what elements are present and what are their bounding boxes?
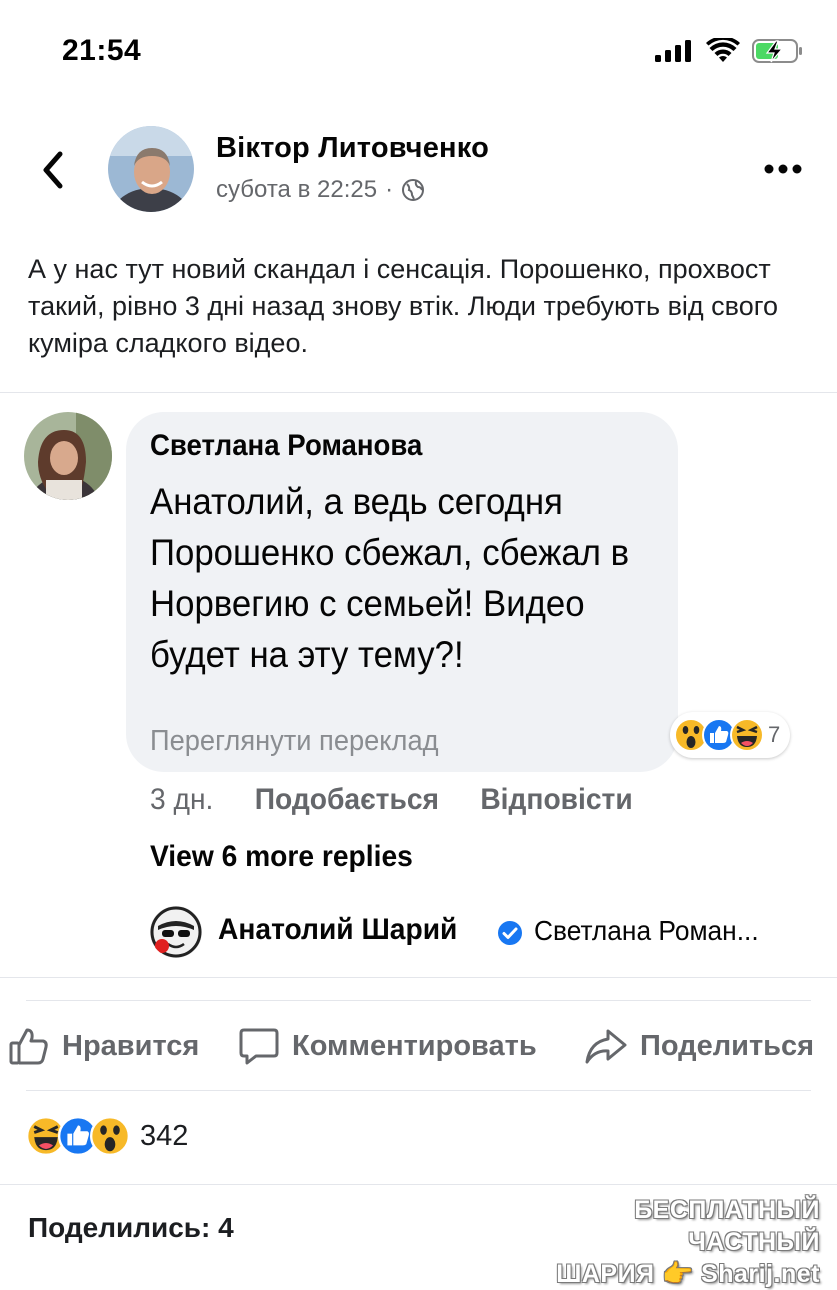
- comment-button[interactable]: Комментировать: [238, 1026, 537, 1066]
- comment-actions: 3 дн. Подобається Відповісти: [150, 783, 633, 817]
- comment-reply-link: Відповісти: [480, 783, 633, 816]
- watermark-site: Sharij.net: [701, 1260, 820, 1288]
- divider: [0, 977, 837, 978]
- meta-separator: ·: [385, 176, 394, 203]
- more-options-icon[interactable]: [762, 162, 804, 176]
- comment-label: Комментировать: [292, 1029, 537, 1062]
- watermark-line1: БЕСПЛАТНЫЙ ЧАСТНЫЙ: [634, 1196, 820, 1256]
- divider: [26, 1090, 811, 1091]
- author-avatar[interactable]: [108, 126, 194, 212]
- cellular-signal-icon: [655, 40, 691, 62]
- reply-author-name: Анатолий Шарий: [218, 913, 458, 946]
- share-button[interactable]: Поделиться: [584, 1026, 814, 1066]
- like-label: Нравится: [62, 1029, 200, 1062]
- battery-charging-icon: [752, 39, 802, 63]
- reply-avatar: [150, 906, 202, 958]
- post-author-name[interactable]: Віктор Литовченко: [216, 132, 489, 165]
- thumbs-up-icon: [9, 1028, 48, 1065]
- comment-reaction-count: 7: [768, 722, 781, 747]
- divider: [26, 1000, 811, 1001]
- post-action-bar: Нравится Комментировать Поделиться: [8, 1026, 837, 1072]
- post-meta: субота в 22:25 ·: [216, 176, 425, 204]
- wow-icon: [90, 1116, 130, 1156]
- watermark-line2: ШАРИЯ: [556, 1260, 655, 1288]
- globe-icon: [402, 179, 425, 201]
- back-chevron-icon[interactable]: [38, 148, 68, 192]
- divider: [0, 392, 837, 393]
- comment-age: 3 дн.: [150, 783, 214, 816]
- comment-reactions: 7: [670, 712, 791, 758]
- view-more-replies-link: View 6 more replies: [150, 840, 413, 873]
- reply-preview-text: Светлана Роман...: [534, 915, 759, 946]
- reactions-summary[interactable]: 342: [26, 1116, 188, 1156]
- pointing-hand-icon: 👉: [661, 1260, 694, 1288]
- post-timestamp[interactable]: субота в 22:25: [216, 176, 377, 204]
- commenter-avatar: [24, 412, 112, 500]
- wifi-icon: [706, 38, 740, 62]
- comment-like-link: Подобається: [254, 783, 439, 816]
- status-time: 21:54: [62, 34, 142, 67]
- comment-text: Анатолий, а ведь сегодня Порошенко сбежа…: [150, 481, 630, 675]
- comment-bubble-icon: [239, 1028, 279, 1065]
- post-text: А у нас тут новий скандал і сенсація. По…: [28, 254, 778, 358]
- shares-count[interactable]: Поделились: 4: [28, 1212, 234, 1244]
- see-translation-link: Переглянути переклад: [150, 725, 439, 757]
- comment-author-name: Светлана Романова: [150, 429, 423, 462]
- haha-icon: [730, 718, 764, 752]
- share-arrow-icon: [585, 1029, 627, 1064]
- share-label: Поделиться: [640, 1029, 815, 1062]
- reaction-count: 342: [140, 1119, 189, 1152]
- like-button[interactable]: Нравится: [8, 1026, 199, 1066]
- verified-badge-icon: [498, 921, 522, 945]
- divider: [0, 1184, 837, 1185]
- watermark: БЕСПЛАТНЫЙ ЧАСТНЫЙ ШАРИЯ 👉 Sharij.net: [534, 1194, 820, 1290]
